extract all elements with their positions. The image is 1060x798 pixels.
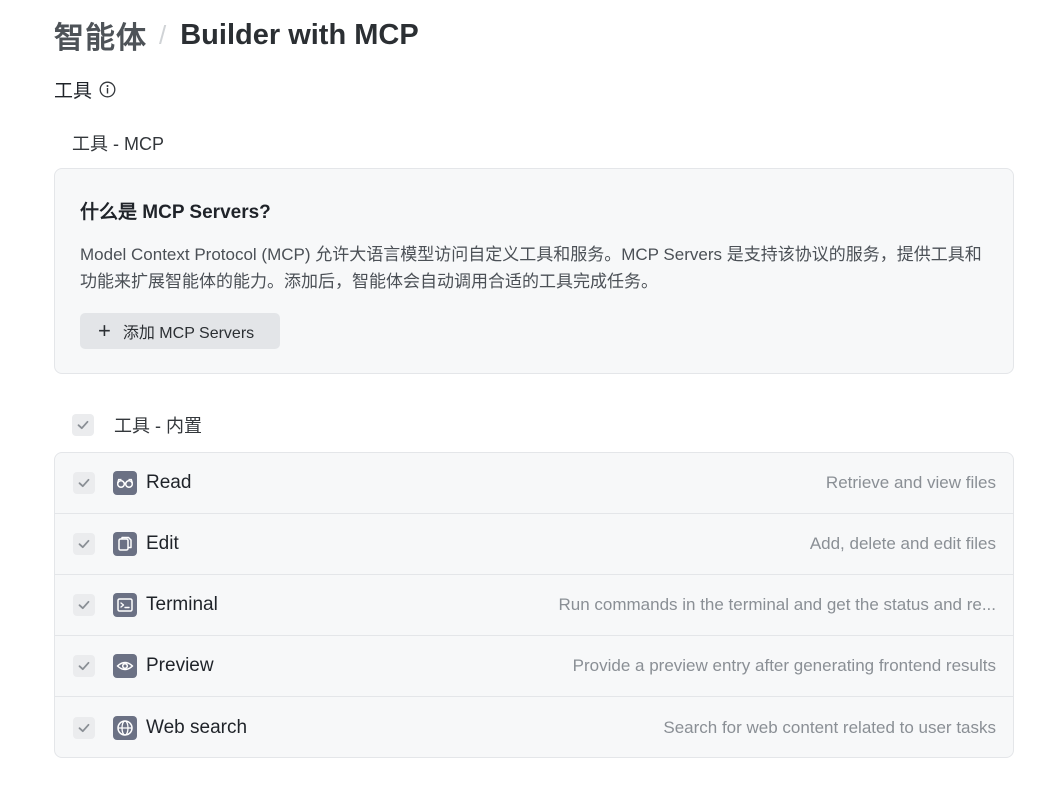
tool-checkbox-terminal[interactable] <box>73 594 95 616</box>
breadcrumb-separator: / <box>159 19 167 50</box>
tool-checkbox-read[interactable] <box>73 472 95 494</box>
page-title: Builder with MCP <box>180 18 419 51</box>
tool-name-edit: Edit <box>146 533 179 554</box>
eye-icon <box>113 654 137 678</box>
mcp-card-description: Model Context Protocol (MCP) 允许大语言模型访问自定… <box>80 245 982 291</box>
tools-heading-label: 工具 <box>54 80 93 102</box>
mcp-info-card: 什么是 MCP Servers? Model Context Protocol … <box>54 168 1014 374</box>
tool-description-edit: Add, delete and edit files <box>809 534 996 553</box>
builtin-tools-header: 工具 - 内置 <box>72 412 202 438</box>
tool-name-web-search: Web search <box>146 716 248 738</box>
terminal-icon <box>113 593 137 617</box>
tool-name-terminal: Terminal <box>146 594 218 615</box>
builtin-tools-checkbox[interactable] <box>72 414 94 436</box>
add-mcp-servers-button[interactable]: + 添加 MCP Servers <box>80 313 280 349</box>
builtin-tools-list: Read Retrieve and view files Edit Add, d… <box>54 452 1014 758</box>
plus-icon: + <box>98 318 111 343</box>
tool-row-read[interactable]: Read Retrieve and view files <box>55 453 1013 514</box>
tools-heading: 工具 <box>54 76 116 102</box>
check-icon <box>78 539 90 549</box>
breadcrumb: 智能体 / Builder with MCP <box>54 14 419 56</box>
tool-row-web-search[interactable]: Web search Search for web content relate… <box>55 697 1013 757</box>
check-icon <box>78 661 90 671</box>
check-icon <box>78 723 90 732</box>
check-icon <box>78 478 90 488</box>
glasses-icon <box>113 471 137 495</box>
tool-checkbox-preview[interactable] <box>73 655 95 677</box>
tool-checkbox-web-search[interactable] <box>73 716 95 739</box>
add-mcp-servers-label: 添加 MCP Servers <box>122 325 255 342</box>
tool-name-read: Read <box>146 472 192 493</box>
tool-description-terminal: Run commands in the terminal and get the… <box>558 595 996 614</box>
mcp-section-label: 工具 - MCP <box>72 134 164 154</box>
tool-description-preview: Provide a preview entry after generating… <box>572 656 996 675</box>
copy-file-icon <box>113 532 137 556</box>
tool-description-web-search: Search for web content related to user t… <box>663 717 996 737</box>
builtin-tools-label: 工具 - 内置 <box>114 416 202 436</box>
tool-row-terminal[interactable]: Terminal Run commands in the terminal an… <box>55 575 1013 636</box>
check-icon <box>77 420 89 430</box>
tool-row-preview[interactable]: Preview Provide a preview entry after ge… <box>55 636 1013 697</box>
mcp-card-title: 什么是 MCP Servers? <box>80 202 271 223</box>
tool-description-read: Retrieve and view files <box>825 473 996 492</box>
globe-icon <box>113 715 137 740</box>
check-icon <box>78 600 90 610</box>
breadcrumb-parent[interactable]: 智能体 <box>54 13 147 57</box>
tool-checkbox-edit[interactable] <box>73 533 95 555</box>
info-circle-icon[interactable] <box>99 81 116 98</box>
tool-name-preview: Preview <box>146 655 214 676</box>
tool-row-edit[interactable]: Edit Add, delete and edit files <box>55 514 1013 575</box>
